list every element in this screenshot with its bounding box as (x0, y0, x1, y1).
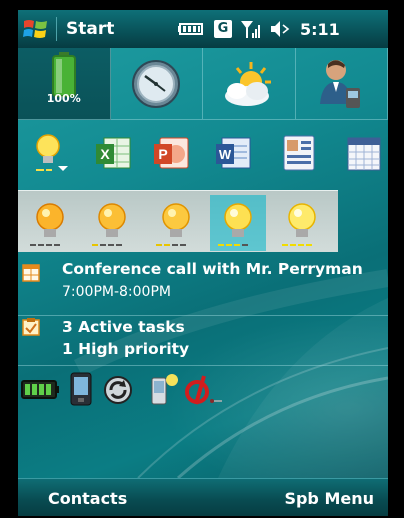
bulb-option-4-selected[interactable] (210, 195, 266, 251)
volume-icon[interactable] (270, 20, 290, 38)
sync-icon[interactable] (102, 374, 134, 406)
svg-text:P: P (158, 146, 167, 162)
status-icons: G 5:11 (178, 18, 340, 40)
bulb-option-1[interactable] (22, 195, 78, 251)
windows-flag-icon[interactable] (22, 16, 50, 42)
bulb-profile-icon[interactable] (34, 132, 72, 174)
contacts-softkey[interactable]: Contacts (48, 489, 127, 508)
bluetooth-device-icon[interactable] (148, 372, 180, 406)
battery-percent: 100% (46, 92, 81, 105)
bulb-option-2[interactable] (84, 195, 140, 251)
appointment-time: 7:00PM-8:00PM (62, 284, 171, 300)
battery-tile[interactable]: 100% (18, 48, 111, 120)
bulb-selector (18, 190, 338, 252)
svg-text:X: X (100, 146, 110, 162)
bulb-option-5[interactable] (274, 195, 330, 251)
appointment-icon (22, 264, 40, 282)
shortcut-strip (18, 372, 248, 406)
app-icon-row: X P W (18, 122, 388, 186)
battery-status-icon (51, 52, 76, 97)
battery-icon[interactable] (178, 22, 206, 36)
active-tasks-count: 3 Active tasks (62, 318, 185, 336)
word-icon[interactable]: W (214, 132, 252, 174)
appointment-title: Conference call with Mr. Perryman (62, 260, 363, 278)
weather-icon (224, 61, 271, 106)
title-separator (56, 17, 57, 41)
device-screen: Start G 5:11 100% X P W Conference call … (18, 10, 388, 516)
phone-device-icon[interactable] (68, 372, 94, 406)
start-title[interactable]: Start (66, 19, 114, 39)
clock-time[interactable]: 5:11 (300, 20, 340, 39)
contact-tile[interactable] (295, 48, 388, 120)
network-g-icon[interactable]: G (214, 20, 232, 38)
bulb-option-3[interactable] (148, 195, 204, 251)
contacts-card-icon[interactable] (280, 132, 318, 174)
disconnect-icon[interactable] (182, 372, 224, 406)
powerpoint-icon[interactable]: P (152, 132, 190, 174)
svg-text:W: W (219, 147, 232, 162)
signal-icon[interactable] (240, 19, 262, 39)
calendar-icon[interactable] (344, 132, 382, 174)
excel-icon[interactable]: X (94, 132, 132, 174)
title-bar: Start G 5:11 (18, 10, 388, 48)
tasks-icon (22, 318, 40, 336)
spb-menu-softkey[interactable]: Spb Menu (284, 489, 374, 508)
clock-icon (132, 59, 181, 108)
high-priority-count: 1 High priority (62, 340, 190, 358)
today-screen: 100% X P W Conference call with Mr. Perr… (18, 48, 388, 478)
softkey-bar: Contacts Spb Menu (18, 478, 388, 516)
clock-tile[interactable] (110, 48, 203, 120)
top-tile-row: 100% (18, 48, 388, 120)
tasks-summary[interactable]: 3 Active tasks 1 High priority (18, 316, 388, 366)
battery-green-icon[interactable] (20, 378, 60, 400)
weather-tile[interactable] (203, 48, 296, 120)
contact-icon (320, 59, 361, 108)
calendar-appointment[interactable]: Conference call with Mr. Perryman 7:00PM… (18, 254, 388, 316)
